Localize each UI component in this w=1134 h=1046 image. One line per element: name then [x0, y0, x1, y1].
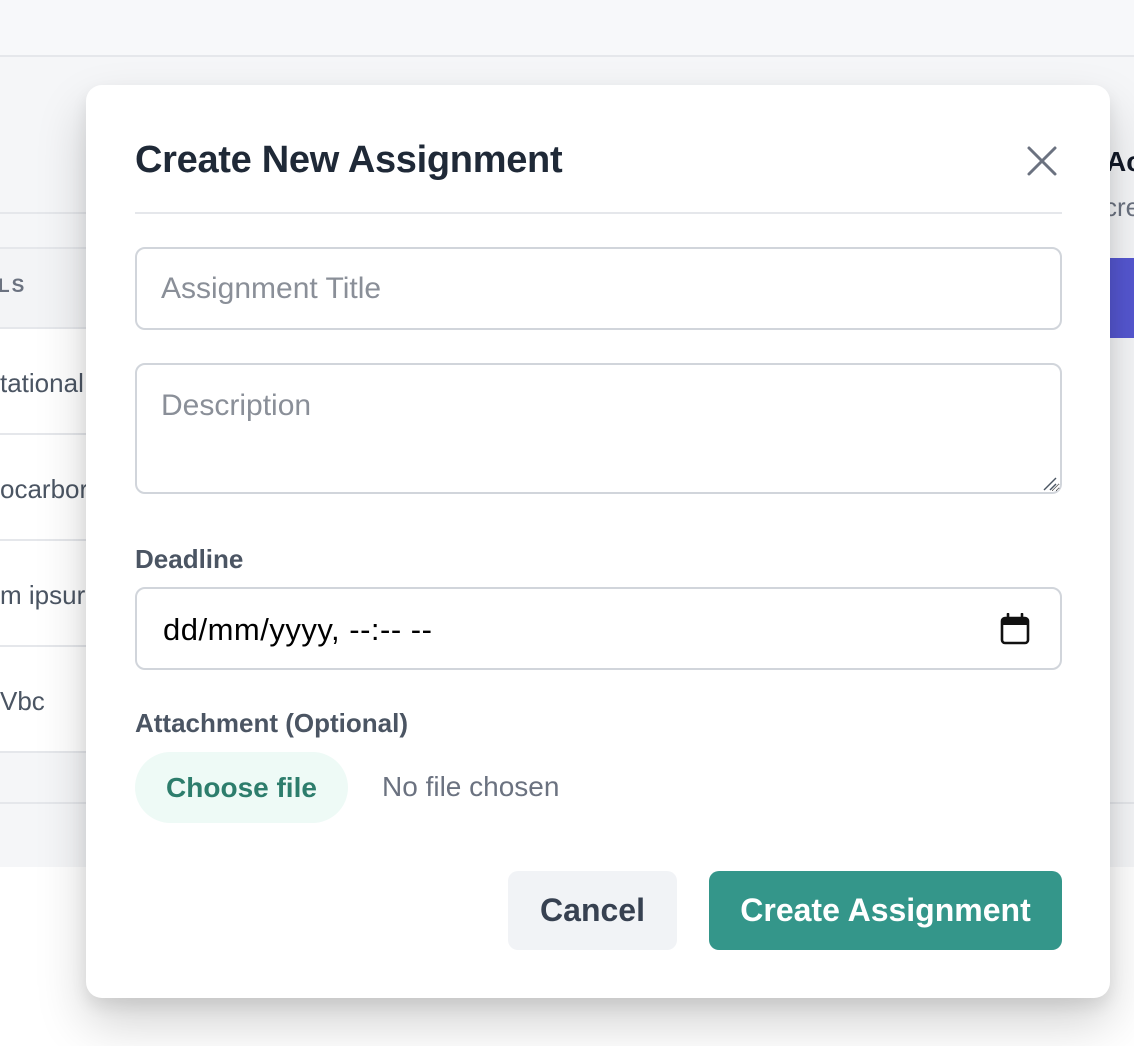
background-row-text: tational: [0, 368, 84, 398]
calendar-icon[interactable]: [1000, 613, 1030, 645]
background-row-text: Vbc: [0, 686, 45, 716]
background-row-text: m ipsur: [0, 580, 86, 610]
deadline-label: Deadline: [135, 544, 244, 574]
create-assignment-modal: Create New Assignment Deadline dd/mm/yyy…: [86, 85, 1110, 998]
description-textarea[interactable]: [135, 363, 1062, 494]
deadline-input[interactable]: dd/mm/yyyy, --:-- --: [135, 587, 1062, 670]
close-icon: [1027, 146, 1057, 176]
background-column-label: LS: [0, 276, 27, 297]
deadline-value: dd/mm/yyyy, --:-- --: [163, 612, 433, 647]
modal-title: Create New Assignment: [135, 139, 563, 181]
app-header: [0, 0, 1134, 57]
page: LS tational ocarbor m ipsur Vbc Ac cre C…: [0, 0, 1134, 1046]
attachment-label: Attachment (Optional): [135, 708, 408, 738]
choose-file-button[interactable]: Choose file: [135, 752, 348, 823]
background-row-text: ocarbor: [0, 474, 89, 504]
cancel-button[interactable]: Cancel: [508, 871, 677, 950]
file-status-text: No file chosen: [382, 771, 560, 802]
modal-header: Create New Assignment: [135, 135, 1062, 214]
create-assignment-button[interactable]: Create Assignment: [709, 871, 1062, 950]
assignment-title-input[interactable]: [135, 247, 1062, 330]
background-right-heading: Ac: [1106, 146, 1134, 177]
close-button[interactable]: [1022, 141, 1062, 181]
